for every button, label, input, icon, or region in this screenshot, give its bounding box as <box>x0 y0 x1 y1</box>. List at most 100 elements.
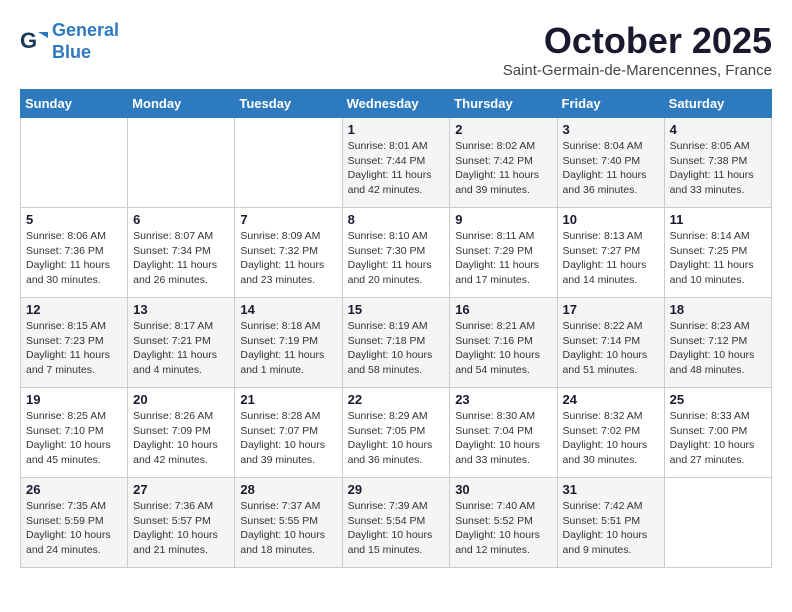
calendar-cell: 18 Sunrise: 8:23 AMSunset: 7:12 PMDayligh… <box>664 298 771 388</box>
calendar-cell: 14Sunrise: 8:18 AMSunset: 7:19 PMDayligh… <box>235 298 342 388</box>
day-number: 19 <box>26 392 122 407</box>
day-info: Sunrise: 8:10 AMSunset: 7:30 PMDaylight:… <box>348 229 445 288</box>
day-info: Sunrise: 8:05 AMSunset: 7:38 PMDaylight:… <box>670 139 766 198</box>
day-info: Sunrise: 8:01 AMSunset: 7:44 PMDaylight:… <box>348 139 445 198</box>
calendar-cell: 28Sunrise: 7:37 AMSunset: 5:55 PMDayligh… <box>235 478 342 568</box>
day-info: Sunrise: 8:14 AMSunset: 7:25 PMDaylight:… <box>670 229 766 288</box>
calendar-cell: 1 Sunrise: 8:01 AMSunset: 7:44 PMDaylight… <box>342 118 450 208</box>
calendar-cell <box>21 118 128 208</box>
weekday-header-tuesday: Tuesday <box>235 90 342 118</box>
day-info: Sunrise: 8:33 AMSunset: 7:00 PMDaylight:… <box>670 409 766 468</box>
weekday-header-friday: Friday <box>557 90 664 118</box>
calendar-cell: 11 Sunrise: 8:14 AMSunset: 7:25 PMDayligh… <box>664 208 771 298</box>
day-number: 2 <box>455 122 551 137</box>
week-row-4: 19 Sunrise: 8:25 AMSunset: 7:10 PMDayligh… <box>21 388 772 478</box>
day-number: 20 <box>133 392 229 407</box>
day-number: 8 <box>348 212 445 227</box>
day-number: 1 <box>348 122 445 137</box>
day-number: 29 <box>348 482 445 497</box>
day-number: 24 <box>563 392 659 407</box>
week-row-3: 12Sunrise: 8:15 AMSunset: 7:23 PMDayligh… <box>21 298 772 388</box>
day-info: Sunrise: 8:04 AMSunset: 7:40 PMDaylight:… <box>563 139 659 198</box>
week-row-2: 5Sunrise: 8:06 AMSunset: 7:36 PMDaylight… <box>21 208 772 298</box>
day-info: Sunrise: 8:23 AMSunset: 7:12 PMDaylight:… <box>670 319 766 378</box>
weekday-header-sunday: Sunday <box>21 90 128 118</box>
day-number: 25 <box>670 392 766 407</box>
day-info: Sunrise: 8:02 AMSunset: 7:42 PMDaylight:… <box>455 139 551 198</box>
day-info: Sunrise: 8:28 AMSunset: 7:07 PMDaylight:… <box>240 409 336 468</box>
calendar-cell: 7 Sunrise: 8:09 AMSunset: 7:32 PMDaylight… <box>235 208 342 298</box>
day-number: 9 <box>455 212 551 227</box>
calendar-cell: 26Sunrise: 7:35 AMSunset: 5:59 PMDayligh… <box>21 478 128 568</box>
day-number: 30 <box>455 482 551 497</box>
calendar-cell: 5Sunrise: 8:06 AMSunset: 7:36 PMDaylight… <box>21 208 128 298</box>
day-number: 13 <box>133 302 229 317</box>
calendar-cell: 24 Sunrise: 8:32 AMSunset: 7:02 PMDayligh… <box>557 388 664 478</box>
calendar-cell <box>128 118 235 208</box>
calendar-cell: 3 Sunrise: 8:04 AMSunset: 7:40 PMDaylight… <box>557 118 664 208</box>
day-info: Sunrise: 8:25 AMSunset: 7:10 PMDaylight:… <box>26 409 122 468</box>
weekday-header-row: SundayMondayTuesdayWednesdayThursdayFrid… <box>21 90 772 118</box>
day-info: Sunrise: 8:30 AMSunset: 7:04 PMDaylight:… <box>455 409 551 468</box>
calendar-cell: 25 Sunrise: 8:33 AMSunset: 7:00 PMDayligh… <box>664 388 771 478</box>
calendar-cell: 8 Sunrise: 8:10 AMSunset: 7:30 PMDaylight… <box>342 208 450 298</box>
calendar-cell: 31Sunrise: 7:42 AMSunset: 5:51 PMDayligh… <box>557 478 664 568</box>
day-number: 4 <box>670 122 766 137</box>
calendar-cell: 30 Sunrise: 7:40 AMSunset: 5:52 PMDayligh… <box>450 478 557 568</box>
day-number: 5 <box>26 212 122 227</box>
day-info: Sunrise: 7:35 AMSunset: 5:59 PMDaylight:… <box>26 499 122 558</box>
calendar-cell: 10 Sunrise: 8:13 AMSunset: 7:27 PMDayligh… <box>557 208 664 298</box>
day-info: Sunrise: 8:09 AMSunset: 7:32 PMDaylight:… <box>240 229 336 288</box>
page-header: G General Blue October 2025 Saint-Germai… <box>20 20 772 79</box>
logo-icon: G <box>20 28 48 56</box>
calendar-cell: 27 Sunrise: 7:36 AMSunset: 5:57 PMDayligh… <box>128 478 235 568</box>
day-info: Sunrise: 8:32 AMSunset: 7:02 PMDaylight:… <box>563 409 659 468</box>
day-info: Sunrise: 8:29 AMSunset: 7:05 PMDaylight:… <box>348 409 445 468</box>
calendar-cell: 6Sunrise: 8:07 AMSunset: 7:34 PMDaylight… <box>128 208 235 298</box>
day-info: Sunrise: 8:15 AMSunset: 7:23 PMDaylight:… <box>26 319 122 378</box>
weekday-header-monday: Monday <box>128 90 235 118</box>
day-number: 16 <box>455 302 551 317</box>
day-info: Sunrise: 7:36 AMSunset: 5:57 PMDaylight:… <box>133 499 229 558</box>
calendar-cell: 15 Sunrise: 8:19 AMSunset: 7:18 PMDayligh… <box>342 298 450 388</box>
calendar-table: SundayMondayTuesdayWednesdayThursdayFrid… <box>20 89 772 568</box>
logo: G General Blue <box>20 20 119 63</box>
day-info: Sunrise: 7:40 AMSunset: 5:52 PMDaylight:… <box>455 499 551 558</box>
day-number: 27 <box>133 482 229 497</box>
logo-line2: Blue <box>52 42 91 62</box>
day-number: 7 <box>240 212 336 227</box>
day-number: 6 <box>133 212 229 227</box>
calendar-cell: 4 Sunrise: 8:05 AMSunset: 7:38 PMDaylight… <box>664 118 771 208</box>
day-number: 10 <box>563 212 659 227</box>
calendar-cell: 9 Sunrise: 8:11 AMSunset: 7:29 PMDaylight… <box>450 208 557 298</box>
day-info: Sunrise: 8:18 AMSunset: 7:19 PMDaylight:… <box>240 319 336 378</box>
day-number: 28 <box>240 482 336 497</box>
calendar-cell: 22 Sunrise: 8:29 AMSunset: 7:05 PMDayligh… <box>342 388 450 478</box>
title-block: October 2025 Saint-Germain-de-Marencenne… <box>503 20 772 79</box>
weekday-header-thursday: Thursday <box>450 90 557 118</box>
day-info: Sunrise: 8:17 AMSunset: 7:21 PMDaylight:… <box>133 319 229 378</box>
day-info: Sunrise: 8:22 AMSunset: 7:14 PMDaylight:… <box>563 319 659 378</box>
week-row-1: 1 Sunrise: 8:01 AMSunset: 7:44 PMDaylight… <box>21 118 772 208</box>
calendar-cell: 17Sunrise: 8:22 AMSunset: 7:14 PMDayligh… <box>557 298 664 388</box>
day-info: Sunrise: 8:11 AMSunset: 7:29 PMDaylight:… <box>455 229 551 288</box>
day-number: 15 <box>348 302 445 317</box>
day-info: Sunrise: 8:19 AMSunset: 7:18 PMDaylight:… <box>348 319 445 378</box>
calendar-cell: 13 Sunrise: 8:17 AMSunset: 7:21 PMDayligh… <box>128 298 235 388</box>
day-number: 22 <box>348 392 445 407</box>
weekday-header-saturday: Saturday <box>664 90 771 118</box>
calendar-cell <box>235 118 342 208</box>
day-number: 31 <box>563 482 659 497</box>
day-number: 11 <box>670 212 766 227</box>
day-number: 21 <box>240 392 336 407</box>
day-info: Sunrise: 7:39 AMSunset: 5:54 PMDaylight:… <box>348 499 445 558</box>
day-number: 3 <box>563 122 659 137</box>
day-number: 18 <box>670 302 766 317</box>
location: Saint-Germain-de-Marencennes, France <box>503 62 772 79</box>
logo-text: General Blue <box>52 20 119 63</box>
calendar-cell <box>664 478 771 568</box>
day-info: Sunrise: 8:13 AMSunset: 7:27 PMDaylight:… <box>563 229 659 288</box>
weekday-header-wednesday: Wednesday <box>342 90 450 118</box>
calendar-cell: 29 Sunrise: 7:39 AMSunset: 5:54 PMDayligh… <box>342 478 450 568</box>
calendar-cell: 16Sunrise: 8:21 AMSunset: 7:16 PMDayligh… <box>450 298 557 388</box>
